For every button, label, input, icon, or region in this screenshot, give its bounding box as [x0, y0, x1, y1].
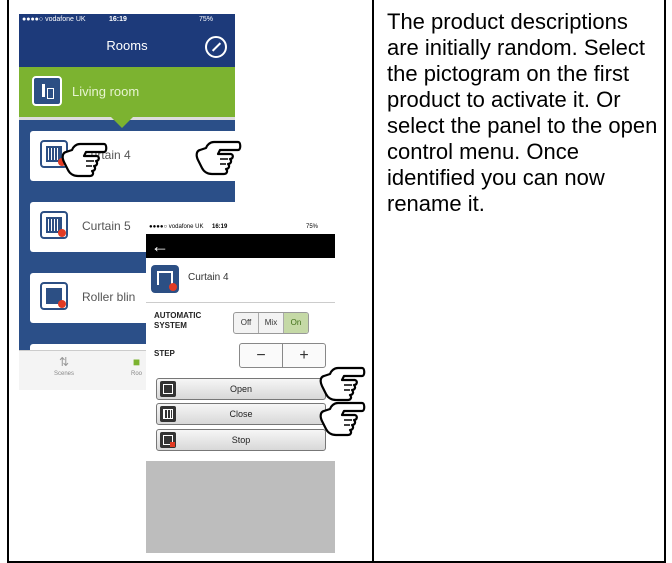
close-button[interactable]: Close: [156, 403, 326, 425]
product-label: Curtain 5: [82, 219, 131, 233]
clock: 16:19: [109, 16, 127, 23]
open-button[interactable]: Open: [156, 378, 326, 400]
mode-off-button[interactable]: Off: [234, 313, 259, 333]
curtain-pictogram-icon[interactable]: [40, 211, 68, 239]
instruction-text: The product descriptions are initially r…: [387, 9, 658, 216]
clock: 16:19: [212, 224, 228, 230]
tab-rooms[interactable]: ■ Roo: [131, 355, 142, 377]
status-bar: ●●●●○ vodafone UK 16:19 75%: [19, 14, 235, 27]
edit-pencil-icon[interactable]: [205, 36, 227, 58]
room-selector[interactable]: Living room: [19, 67, 235, 117]
back-arrow-icon[interactable]: ←: [151, 234, 169, 258]
curtain-pictogram-icon[interactable]: [151, 265, 179, 293]
control-panel: Curtain 4 AUTOMATIC SYSTEM Off Mix On ST…: [146, 258, 335, 461]
pointing-hand-icon: [319, 366, 366, 402]
living-room-icon: [32, 76, 62, 106]
nav-bar: ←: [146, 234, 335, 258]
step-label: STEP: [154, 349, 175, 358]
pointing-hand-icon: [61, 142, 108, 178]
mode-on-button[interactable]: On: [284, 313, 308, 333]
step-stepper: − +: [239, 343, 326, 368]
rooms-icon: ■: [132, 355, 141, 369]
product-label: Roller blin: [82, 290, 136, 304]
scenes-icon: ⇅: [58, 355, 70, 369]
page-title: Rooms: [106, 38, 148, 53]
stop-button[interactable]: Stop: [156, 429, 326, 451]
carrier-label: ●●●●○ vodafone UK: [22, 16, 86, 23]
mode-mix-button[interactable]: Mix: [259, 313, 284, 333]
status-bar: ●●●●○ vodafone UK 16:19 75%: [146, 222, 335, 234]
automatic-mode-selector: Off Mix On: [233, 312, 309, 334]
roller-blind-pictogram-icon[interactable]: [40, 282, 68, 310]
room-label: Living room: [72, 84, 140, 99]
divider: [146, 302, 335, 303]
pointing-hand-icon: [195, 140, 242, 176]
tab-scenes[interactable]: ⇅ Scenes: [54, 355, 74, 377]
product-name: Curtain 4: [188, 272, 229, 283]
automatic-system-label: AUTOMATIC SYSTEM: [154, 311, 202, 330]
room-pointer: [111, 117, 133, 128]
step-minus-button[interactable]: −: [240, 344, 283, 367]
battery-label: 75%: [306, 224, 319, 230]
column-divider: [372, 0, 374, 563]
carrier-label: ●●●●○ vodafone UK: [149, 224, 204, 230]
pointing-hand-icon: [319, 401, 366, 437]
battery-label: 75%: [199, 16, 214, 23]
phone-control-screen: ●●●●○ vodafone UK 16:19 75% ← Curtain 4 …: [146, 222, 335, 553]
app-header: Rooms: [19, 27, 235, 67]
